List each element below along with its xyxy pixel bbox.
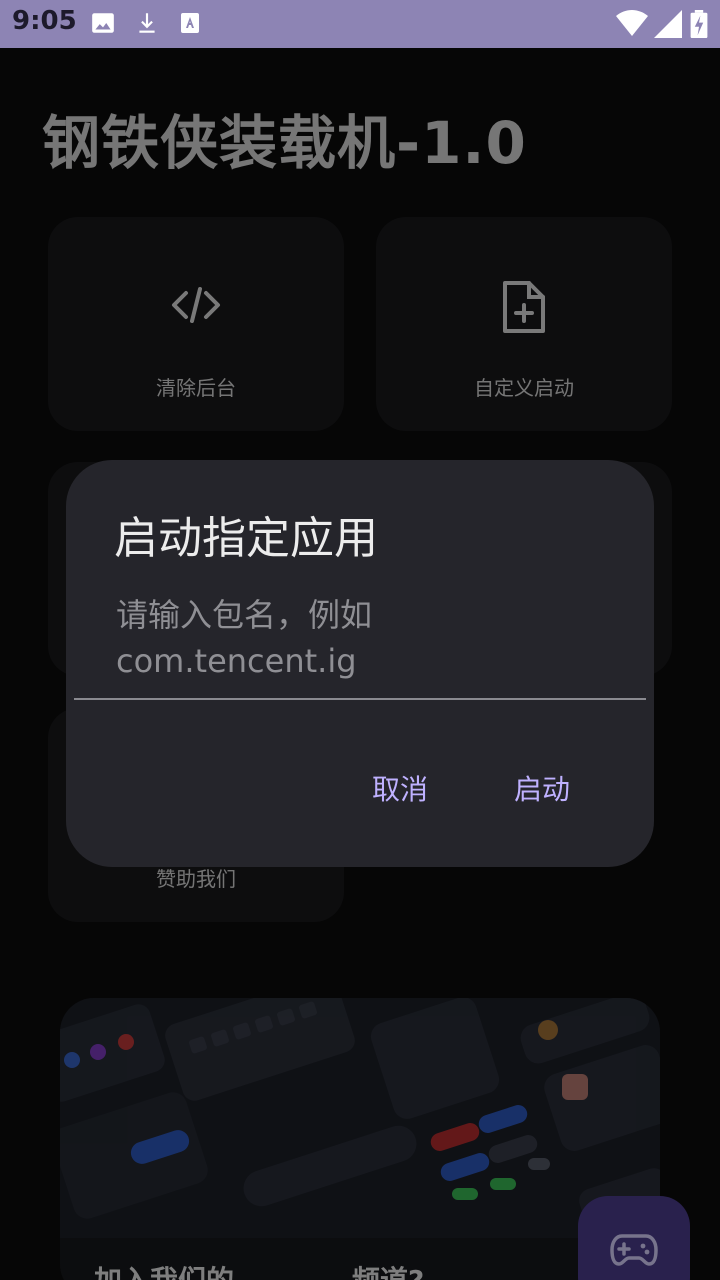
dialog-title: 启动指定应用 xyxy=(114,513,378,564)
package-name-input[interactable] xyxy=(74,588,646,700)
status-bar: 9:05 xyxy=(0,0,720,48)
launch-button[interactable]: 启动 xyxy=(500,760,584,816)
download-icon xyxy=(134,10,160,36)
wifi-icon xyxy=(616,10,648,38)
image-icon xyxy=(90,10,116,36)
cancel-button[interactable]: 取消 xyxy=(358,760,442,816)
signal-icon xyxy=(654,10,682,38)
font-icon xyxy=(178,10,202,36)
launch-app-dialog: 启动指定应用 取消 启动 xyxy=(66,460,654,867)
status-time: 9:05 xyxy=(12,6,77,36)
battery-charging-icon xyxy=(690,10,708,38)
